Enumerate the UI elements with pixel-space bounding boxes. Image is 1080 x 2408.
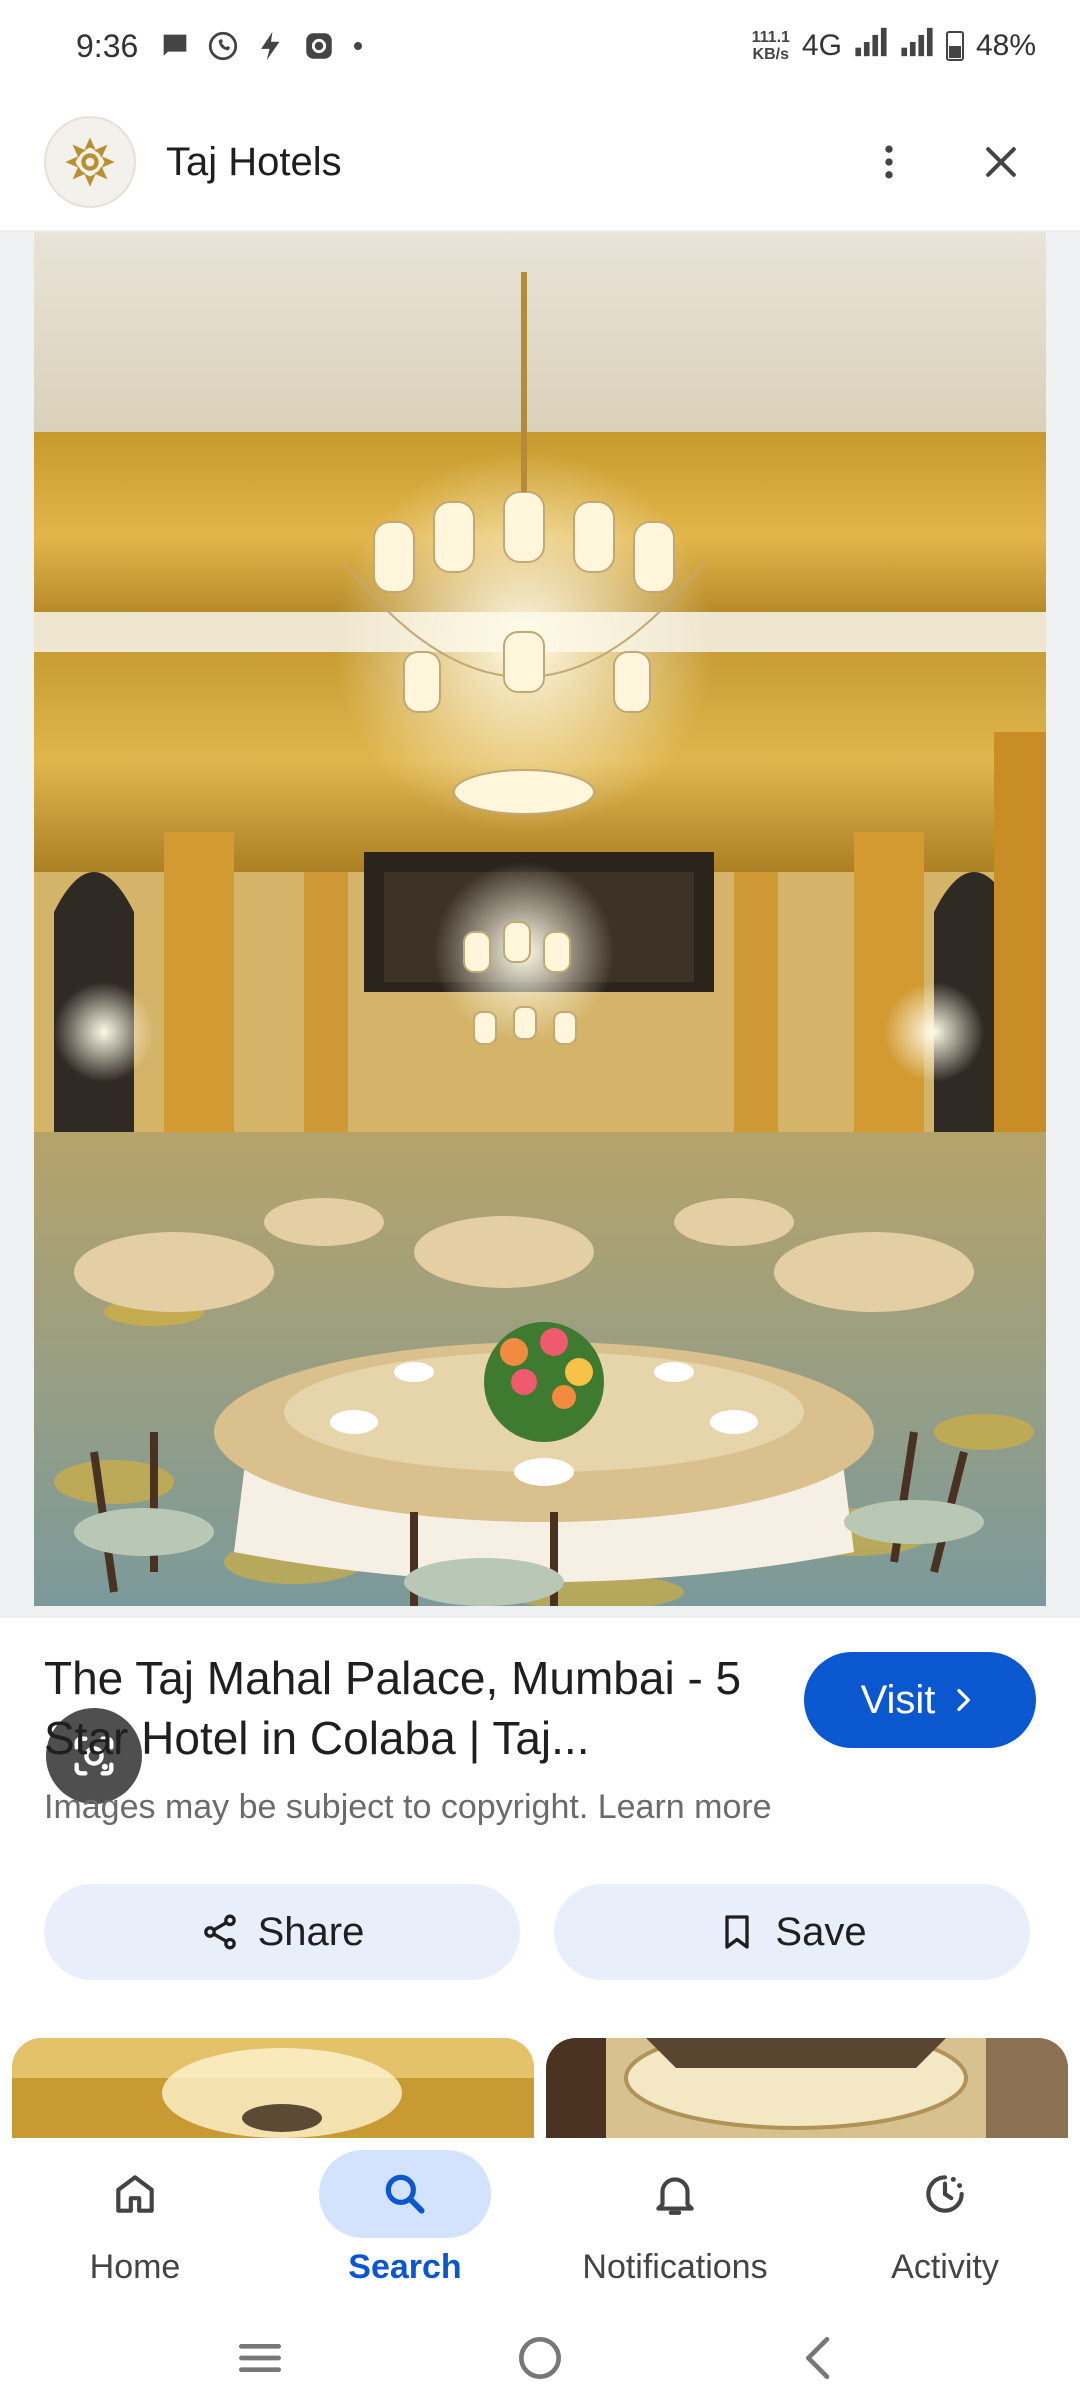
source-header: Taj Hotels [0,96,1080,228]
share-icon [203,1914,236,1950]
save-button[interactable]: Save [554,1884,1030,1980]
camera-app-icon [306,33,333,59]
site-name: Taj Hotels [166,139,342,184]
bottom-navigation: Home Search Notifications Activity [0,2138,1080,2308]
bookmark-icon [725,1915,750,1949]
related-image-1-illustration [12,2038,534,2138]
save-label: Save [775,1909,867,1954]
taj-logo-icon [65,137,115,187]
close-icon [986,147,1016,177]
signal-icon [855,27,887,57]
ballroom-photo[interactable] [34,232,1046,1606]
back-icon[interactable] [792,2330,848,2386]
chat-icon [163,34,187,56]
visit-button[interactable]: Visit [804,1652,1036,1748]
more-options-button[interactable] [854,127,924,197]
nav-search[interactable]: Search [285,2150,525,2287]
dot-icon [354,42,363,50]
nav-notifications-label: Notifications [582,2248,768,2286]
signal-icon-2 [901,27,933,57]
bell-icon [656,2177,694,2215]
share-label: Share [257,1909,365,1954]
battery-percent: 48% [975,29,1036,62]
close-button[interactable] [966,127,1036,197]
related-image-2-illustration [546,2038,1068,2138]
image-preview [0,230,1080,1804]
activity-icon [926,2175,964,2213]
ballroom-illustration [34,232,1046,1606]
result-title[interactable]: The Taj Mahal Palace, Mumbai - 5 Star Ho… [44,1648,764,1768]
status-bar: 9:36 111.1 KB/s 4G 48% [0,0,1080,92]
related-image-1[interactable] [12,2038,534,2138]
recent-apps-icon[interactable] [232,2330,288,2386]
nav-activity-label: Activity [891,2248,999,2286]
chevron-right-icon [957,1689,971,1711]
net-speed: 111.1 KB/s [751,29,790,63]
home-icon [116,2175,154,2213]
copyright-notice[interactable]: Images may be subject to copyright. Lear… [44,1788,772,1827]
search-icon [385,2174,425,2214]
network-type: 4G [801,29,842,62]
nav-notifications[interactable]: Notifications [555,2150,795,2287]
more-vert-icon [885,145,893,179]
nav-home-label: Home [89,2248,181,2286]
taj-logo[interactable] [44,116,136,208]
home-circle-icon[interactable] [512,2330,568,2386]
nav-home[interactable]: Home [15,2150,255,2287]
system-navigation [0,2308,1080,2408]
nav-activity[interactable]: Activity [825,2150,1065,2287]
status-time: 9:36 [76,27,139,64]
nav-search-label: Search [348,2248,462,2286]
visit-label: Visit [860,1677,936,1722]
battery-icon [945,31,964,61]
related-image-2[interactable] [546,2038,1068,2138]
share-button[interactable]: Share [44,1884,520,1980]
flash-icon [261,31,280,61]
whatsapp-icon [209,31,238,61]
